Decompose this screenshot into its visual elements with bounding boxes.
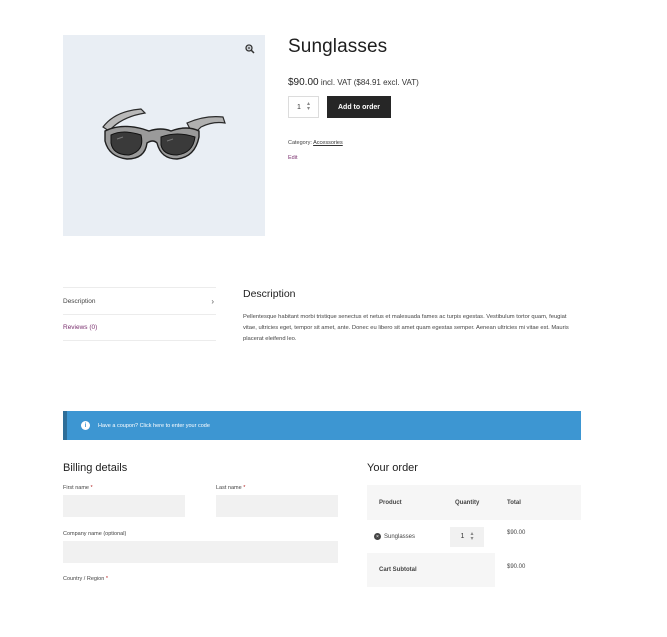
subtotal-label: Cart Subtotal xyxy=(367,553,495,587)
billing-title: Billing details xyxy=(63,462,128,474)
info-icon: i xyxy=(81,421,90,430)
coupon-link[interactable]: Have a coupon? Click here to enter your … xyxy=(98,423,210,429)
category-link[interactable]: Accessories xyxy=(313,140,343,146)
add-to-cart-form: 1 ▴ ▾ Add to order xyxy=(288,96,608,118)
order-table: Product Quantity Total × Sunglasses 1 ▴ ▾… xyxy=(367,485,581,587)
price-amount: $90.00 xyxy=(288,77,319,88)
first-name-label: First name * xyxy=(63,485,93,491)
billing-details: Billing details First name * Last name *… xyxy=(63,462,338,582)
order-item-name: Sunglasses xyxy=(384,533,416,540)
remove-icon[interactable]: × xyxy=(374,533,381,540)
quantity-value: 1 xyxy=(297,103,301,111)
edit-link[interactable]: Edit xyxy=(288,155,608,161)
header-product: Product xyxy=(379,499,402,506)
zoom-icon[interactable] xyxy=(245,44,255,54)
table-row: × Sunglasses 1 ▴ ▾ $90.00 xyxy=(367,520,581,553)
country-label: Country / Region * xyxy=(63,576,108,582)
tab-description[interactable]: Description › xyxy=(63,287,216,314)
quantity-value: 1 xyxy=(460,533,465,540)
quantity-stepper[interactable]: 1 ▴ ▾ xyxy=(450,526,484,547)
order-table-header: Product Quantity Total xyxy=(367,485,581,520)
product-tabs: Description › Reviews (0) xyxy=(63,287,216,341)
subtotal-row: Cart Subtotal $90.00 xyxy=(367,553,581,587)
description-text: Pellentesque habitant morbi tristique se… xyxy=(243,314,569,342)
tab-label: Description xyxy=(63,297,96,305)
order-title: Your order xyxy=(367,462,418,474)
tab-reviews[interactable]: Reviews (0) xyxy=(63,314,216,341)
last-name-label: Last name * xyxy=(216,485,246,491)
quantity-stepper[interactable]: 1 ▴ ▾ xyxy=(288,96,319,118)
order-item-quantity: 1 ▴ ▾ xyxy=(450,526,505,547)
description-panel: Description Pellentesque habitant morbi … xyxy=(243,288,573,345)
price-suffix: incl. VAT ($84.91 excl. VAT) xyxy=(320,78,419,87)
company-field[interactable] xyxy=(63,541,338,563)
coupon-notice[interactable]: i Have a coupon? Click here to enter you… xyxy=(63,411,581,440)
product-image[interactable] xyxy=(63,35,265,236)
first-name-field[interactable] xyxy=(63,495,185,517)
last-name-group: Last name * xyxy=(216,485,338,517)
description-title: Description xyxy=(243,288,296,300)
tab-label: Reviews (0) xyxy=(63,324,98,331)
product-meta: Category: Accessories xyxy=(288,140,608,146)
country-group: Country / Region * xyxy=(63,576,338,582)
stepper-arrows-icon[interactable]: ▴ ▾ xyxy=(307,101,310,112)
name-row: First name * Last name * xyxy=(63,485,338,517)
product-summary: Sunglasses $90.00 incl. VAT ($84.91 excl… xyxy=(288,35,608,161)
first-name-group: First name * xyxy=(63,485,185,517)
company-label: Company name (optional) xyxy=(63,531,127,537)
stepper-arrows-icon[interactable]: ▴ ▾ xyxy=(470,531,473,542)
header-total: Total xyxy=(507,499,521,506)
category-label: Category: xyxy=(288,140,312,146)
order-review: Your order Product Quantity Total × Sung… xyxy=(367,462,581,587)
sunglasses-illustration xyxy=(102,108,226,160)
product-title: Sunglasses xyxy=(288,36,388,57)
order-item-total: $90.00 xyxy=(507,529,526,536)
price: $90.00 incl. VAT ($84.91 excl. VAT) xyxy=(288,77,608,88)
subtotal-value: $90.00 xyxy=(507,564,526,570)
add-to-order-button[interactable]: Add to order xyxy=(327,96,391,118)
header-quantity: Quantity xyxy=(455,499,480,506)
chevron-right-icon: › xyxy=(211,296,214,306)
order-item-product: × Sunglasses xyxy=(367,533,450,540)
last-name-field[interactable] xyxy=(216,495,338,517)
company-group: Company name (optional) xyxy=(63,531,338,563)
